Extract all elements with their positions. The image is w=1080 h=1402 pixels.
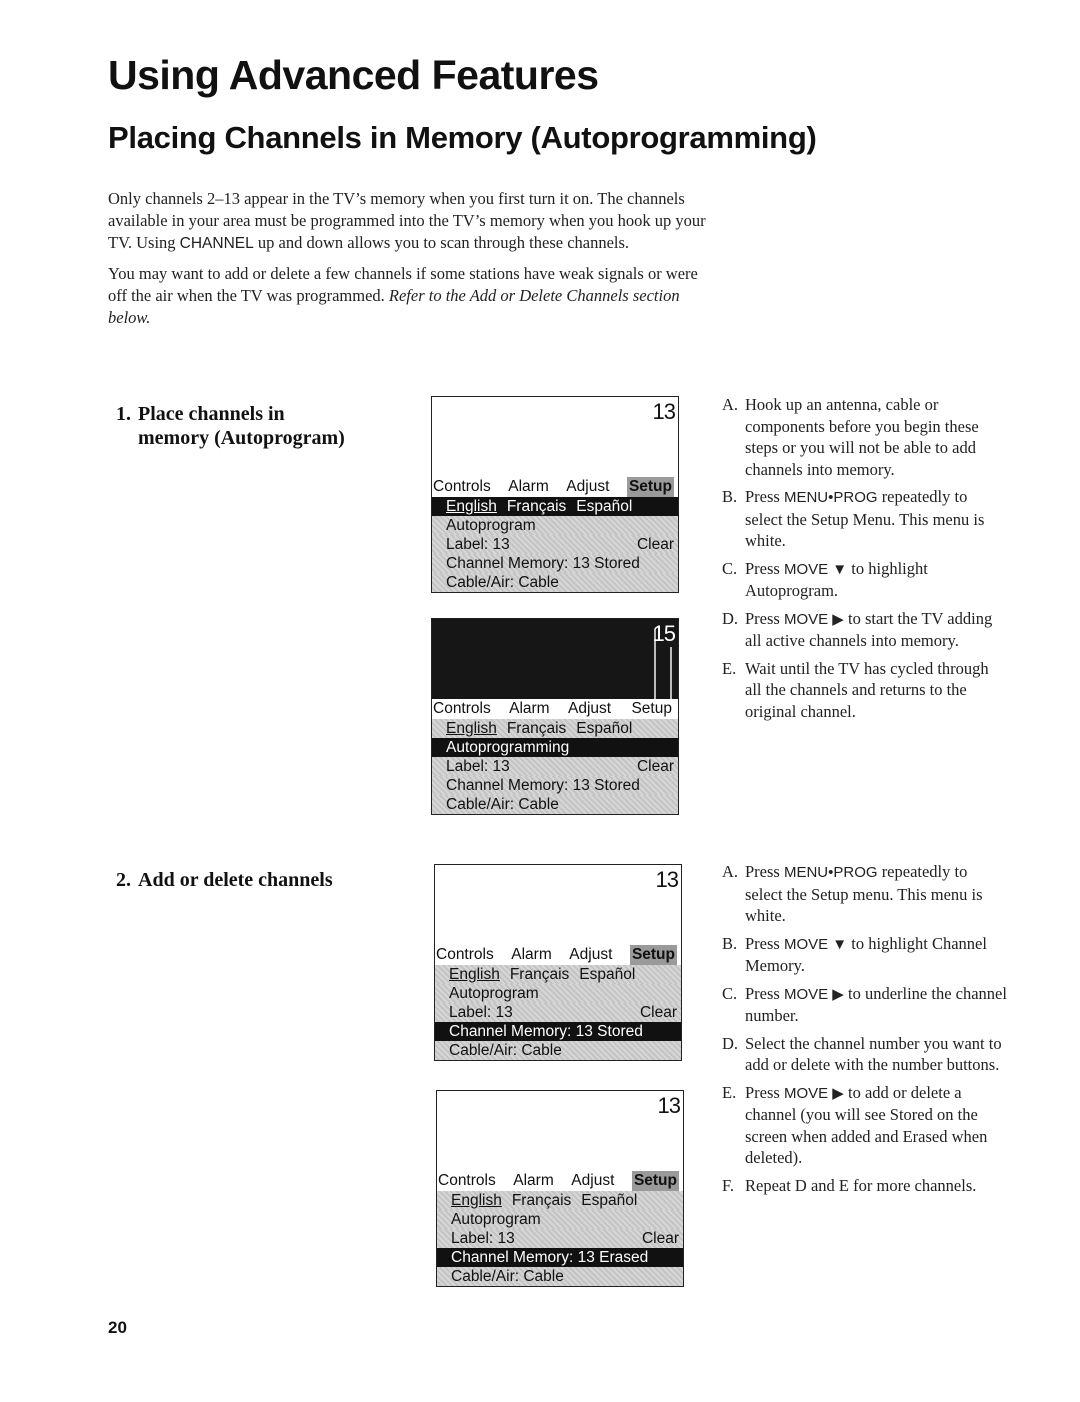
key-name: MOVE ▶	[783, 985, 844, 1003]
key-name: MENU•PROG	[783, 864, 878, 881]
language-row: English Français Español	[432, 719, 678, 738]
label-row: Label: 13 Clear	[432, 535, 678, 554]
language-row: English Français Español	[435, 965, 681, 984]
step-item: A. Press MENU•PROG repeatedly to select t…	[722, 862, 983, 925]
menu-tabs: Controls Alarm Adjust Setup	[432, 477, 678, 497]
channel-memory-row: Channel Memory: 13 Erased	[437, 1248, 683, 1267]
channel-memory-row: Channel Memory: 13 Stored	[432, 554, 678, 573]
label-row: Label: 13 Clear	[432, 757, 678, 776]
intro-paragraph-1: Only channels 2–13 appear in the TV’s me…	[108, 189, 706, 252]
menu-tabs: Controls Alarm Adjust Setup	[437, 1171, 683, 1191]
channel-number: 13	[657, 1093, 682, 1118]
step-item: D. Select the channel number you want to …	[722, 1033, 1002, 1075]
cable-air-row: Cable/Air: Cable	[432, 795, 678, 814]
step-item: A. Hook up an antenna, cable or component…	[722, 395, 979, 479]
autoprogram-row: Autoprogram	[432, 516, 678, 535]
tv-screen-autoprogramming: 15 Controls Alarm Adjust Setup English Franç…	[431, 618, 679, 815]
autoprogram-row: Autoprogram	[437, 1210, 683, 1229]
channel-memory-row: Channel Memory: 13 Stored	[432, 776, 678, 795]
label-row: Label: 13 Clear	[437, 1229, 683, 1248]
channel-memory-row: Channel Memory: 13 Stored	[435, 1022, 681, 1041]
section-1-title: 1. Place channels in memory (Autoprogram)	[116, 403, 345, 449]
key-name: MOVE ▼	[783, 560, 848, 578]
label-row: Label: 13 Clear	[435, 1003, 681, 1022]
step-item: B. Press MOVE ▼ to highlight Channel Memo…	[722, 933, 987, 976]
section-2-title: 2. Add or delete channels	[116, 869, 333, 891]
cable-air-row: Cable/Air: Cable	[435, 1041, 681, 1060]
section-2-steps: A. Press MENU•PROG repeatedly to select t…	[722, 861, 1007, 1202]
tv-screen-channel-memory-erased: 13 Controls Alarm Adjust Setup English Franç…	[436, 1090, 684, 1287]
key-name: MENU•PROG	[783, 489, 878, 506]
channel-number: 13	[652, 399, 677, 424]
channel-key: CHANNEL	[179, 235, 254, 252]
intro-paragraph-2: You may want to add or delete a few chan…	[108, 264, 698, 327]
autoprogram-row: Autoprogram	[435, 984, 681, 1003]
key-name: MOVE ▶	[783, 1084, 844, 1102]
intro-text: Only channels 2–13 appear in the TV’s me…	[108, 188, 708, 337]
step-item: E. Wait until the TV has cycled through a…	[722, 658, 989, 721]
autoprogram-row: Autoprogramming	[432, 738, 678, 757]
key-name: MOVE ▶	[783, 610, 844, 628]
cable-air-row: Cable/Air: Cable	[437, 1267, 683, 1286]
channel-number: 15	[652, 621, 677, 646]
cable-air-row: Cable/Air: Cable	[432, 573, 678, 592]
tv-screen-setup-menu: 13 Controls Alarm Adjust Setup English Franç…	[431, 396, 679, 593]
step-item: D. Press MOVE ▶ to start the TV adding al…	[722, 608, 993, 651]
step-item: F. Repeat D and E for more channels.	[722, 1175, 977, 1195]
step-item: B. Press MENU•PROG repeatedly to select t…	[722, 487, 985, 550]
page-title: Using Advanced Features	[108, 52, 599, 98]
section-heading: Placing Channels in Memory (Autoprogramm…	[108, 120, 817, 155]
channel-number: 13	[655, 867, 680, 892]
section-1-steps: A. Hook up an antenna, cable or component…	[722, 394, 1007, 728]
step-item: C. Press MOVE ▶ to underline the channel …	[722, 983, 1007, 1026]
step-item: C. Press MOVE ▼ to highlight Autoprogram.	[722, 558, 928, 601]
menu-tabs: Controls Alarm Adjust Setup	[435, 945, 681, 965]
page-number: 20	[108, 1318, 127, 1337]
key-name: MOVE ▼	[783, 935, 848, 953]
step-item: E. Press MOVE ▶ to add or delete a channe…	[722, 1082, 988, 1168]
tv-screen-channel-memory-stored: 13 Controls Alarm Adjust Setup English Franç…	[434, 864, 682, 1061]
menu-tabs: Controls Alarm Adjust Setup	[432, 699, 678, 719]
language-row: English Français Español	[437, 1191, 683, 1210]
language-row: English Français Español	[432, 497, 678, 516]
